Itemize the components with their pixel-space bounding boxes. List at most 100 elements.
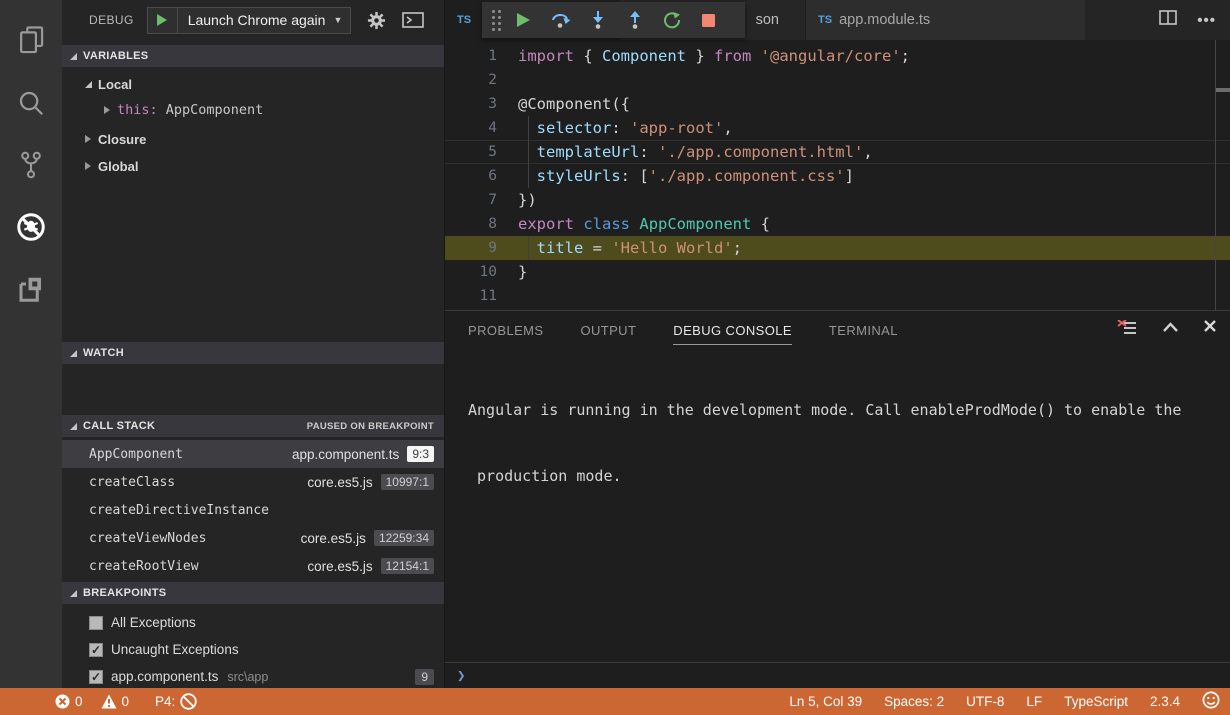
variable-this[interactable]: this: AppComponent [62, 98, 444, 122]
typescript-file-icon: TS [818, 14, 832, 26]
variables-section-header[interactable]: VARIABLES [62, 45, 444, 67]
code-line[interactable]: 3@Component({ [445, 92, 1230, 116]
statusbar-item[interactable]: Spaces: 2 [884, 694, 944, 709]
step-over-button[interactable] [542, 5, 579, 35]
scope-global[interactable]: Global [62, 154, 444, 178]
line-number[interactable]: 8 [445, 212, 497, 236]
call-stack-frame[interactable]: createClasscore.es5.js10997:1 [62, 468, 444, 496]
source-control-icon[interactable] [0, 134, 62, 196]
warning-count[interactable]: 0 [101, 694, 130, 709]
call-stack-frame[interactable]: createRootViewcore.es5.js12154:1 [62, 552, 444, 580]
checkbox-unchecked[interactable] [89, 616, 103, 630]
stop-button[interactable] [690, 5, 727, 35]
chevron-collapsed-icon [85, 162, 91, 170]
panel-tab-problems[interactable]: PROBLEMS [468, 314, 543, 344]
feedback-smiley-icon[interactable] [1202, 691, 1220, 712]
launch-config-label[interactable]: Launch Chrome again [178, 12, 334, 28]
toolbar-drag-handle[interactable] [492, 10, 501, 31]
line-number[interactable]: 7 [445, 188, 497, 212]
checkbox-checked[interactable]: ✓ [89, 670, 103, 684]
call-stack-frame[interactable]: AppComponentapp.component.ts9:3 [62, 440, 444, 468]
panel-tab-terminal[interactable]: TERMINAL [829, 314, 898, 344]
statusbar-item[interactable]: LF [1026, 694, 1042, 709]
chevron-expanded-icon [70, 590, 77, 597]
continue-button[interactable] [505, 5, 542, 35]
dropdown-caret-icon: ▼ [333, 15, 350, 25]
line-number[interactable]: 6 [445, 164, 497, 188]
tab-app-module-ts[interactable]: TS app.module.ts [805, 0, 1085, 40]
configure-gear-icon[interactable] [367, 11, 386, 30]
console-line: production mode. [468, 465, 1230, 487]
split-editor-icon[interactable] [1159, 10, 1177, 30]
statusbar-item[interactable]: TypeScript [1064, 694, 1128, 709]
breakpoint-item[interactable]: All Exceptions [62, 609, 444, 636]
code-line[interactable]: 2 [445, 68, 1230, 92]
p4-status[interactable]: P4: [155, 693, 197, 710]
more-actions-icon[interactable]: ••• [1197, 12, 1216, 29]
debug-console-input[interactable]: ❯ [445, 662, 1230, 688]
code-line[interactable]: 8export class AppComponent { [445, 212, 1230, 236]
bottom-panel: PROBLEMS OUTPUT DEBUG CONSOLE TERMINAL [445, 310, 1230, 688]
close-panel-icon[interactable] [1204, 319, 1216, 337]
debug-icon[interactable] [0, 196, 62, 258]
checkbox-checked[interactable]: ✓ [89, 643, 103, 657]
scope-local[interactable]: Local [62, 72, 444, 96]
launch-config-dropdown[interactable]: Launch Chrome again ▼ [147, 7, 352, 34]
debug-console-toggle-icon[interactable] [402, 12, 424, 28]
panel-tab-debug-console[interactable]: DEBUG CONSOLE [673, 314, 792, 345]
editor-tab-bar: TS son TS app.module.ts ••• [445, 0, 1230, 40]
line-number[interactable]: 10 [445, 260, 497, 284]
line-number[interactable]: 9 [445, 236, 497, 260]
code-line[interactable]: 10} [445, 260, 1230, 284]
breakpoint-item[interactable]: ✓app.component.tssrc\app9 [62, 663, 444, 690]
step-into-button[interactable] [579, 5, 616, 35]
activity-bar [0, 0, 62, 688]
code-line[interactable]: 5 templateUrl: './app.component.html', [445, 140, 1230, 164]
start-debug-icon[interactable] [148, 8, 178, 33]
breakpoint-item[interactable]: ✓Uncaught Exceptions [62, 636, 444, 663]
paused-status-badge: PAUSED ON BREAKPOINT [307, 421, 444, 432]
restart-button[interactable] [653, 5, 690, 35]
line-number[interactable]: 1 [445, 44, 497, 68]
sidebar-title: DEBUG [89, 13, 134, 27]
code-line[interactable]: 1import { Component } from '@angular/cor… [445, 44, 1230, 68]
search-icon[interactable] [0, 72, 62, 134]
statusbar-item[interactable]: 2.3.4 [1150, 694, 1180, 709]
debug-sidebar-header: DEBUG Launch Chrome again ▼ [62, 0, 444, 40]
code-line[interactable]: 4 selector: 'app-root', [445, 116, 1230, 140]
code-line[interactable]: 11 [445, 284, 1230, 308]
call-stack-frame[interactable]: createDirectiveInstance [62, 496, 444, 524]
step-out-button[interactable] [616, 5, 653, 35]
call-stack-section-header[interactable]: CALL STACK PAUSED ON BREAKPOINT [62, 415, 444, 437]
code-line[interactable]: 6 styleUrls: ['./app.component.css'] [445, 164, 1230, 188]
explorer-icon[interactable] [0, 10, 62, 72]
chevron-collapsed-icon [104, 106, 110, 114]
code-editor[interactable]: 1import { Component } from '@angular/cor… [445, 40, 1230, 310]
code-line[interactable]: 7}) [445, 188, 1230, 212]
vscode-window: DEBUG Launch Chrome again ▼ [0, 0, 1230, 715]
watch-section-header[interactable]: WATCH [62, 342, 444, 364]
chevron-expanded-icon [70, 53, 77, 60]
scope-closure[interactable]: Closure [62, 127, 444, 151]
clear-console-icon[interactable] [1117, 320, 1137, 336]
typescript-file-icon: TS [457, 14, 471, 26]
debug-console-output[interactable]: Angular is running in the development mo… [445, 347, 1230, 531]
line-number[interactable]: 2 [445, 68, 497, 92]
statusbar-item[interactable]: Ln 5, Col 39 [789, 694, 862, 709]
line-number[interactable]: 11 [445, 284, 497, 308]
status-bar: 0 0 P4: Ln 5, Col 39 Spaces: 2 UTF-8 LF Type… [0, 688, 1230, 715]
line-number[interactable]: 5 [445, 140, 497, 164]
extensions-icon[interactable] [0, 258, 62, 320]
maximize-panel-icon[interactable] [1163, 319, 1178, 337]
line-number[interactable]: 4 [445, 116, 497, 140]
console-prompt-icon: ❯ [457, 668, 465, 684]
line-number[interactable]: 3 [445, 92, 497, 116]
call-stack-frame[interactable]: createViewNodescore.es5.js12259:34 [62, 524, 444, 552]
chevron-collapsed-icon [85, 135, 91, 143]
breakpoints-section-header[interactable]: BREAKPOINTS [62, 582, 444, 604]
panel-tab-output[interactable]: OUTPUT [580, 314, 636, 344]
code-line[interactable]: 9 title = 'Hello World'; [445, 236, 1230, 260]
statusbar-item[interactable]: UTF-8 [966, 694, 1004, 709]
panel-tab-bar: PROBLEMS OUTPUT DEBUG CONSOLE TERMINAL [445, 311, 1230, 347]
error-count[interactable]: 0 [55, 694, 83, 709]
